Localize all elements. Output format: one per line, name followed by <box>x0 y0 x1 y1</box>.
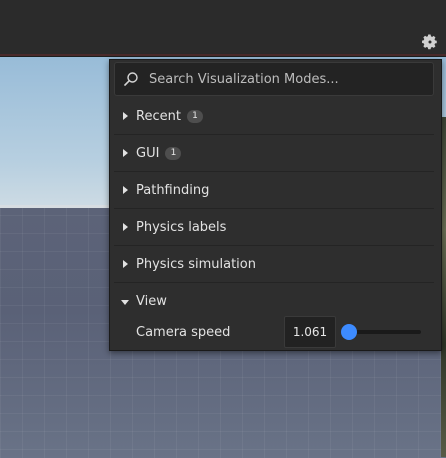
search-box[interactable] <box>114 62 434 96</box>
group-recent[interactable]: Recent 1 <box>114 98 434 135</box>
search-icon <box>124 72 138 86</box>
group-physics-labels[interactable]: Physics labels <box>114 209 434 246</box>
camera-speed-input[interactable]: 1.061 <box>284 316 336 348</box>
group-label: View <box>136 294 167 309</box>
caret-right-icon <box>114 98 136 134</box>
app-window: Recent 1 GUI 1 Pathfinding Phys <box>0 0 446 458</box>
visualization-options-button[interactable] <box>420 32 440 52</box>
group-pathfinding[interactable]: Pathfinding <box>114 172 434 209</box>
slider-thumb[interactable] <box>341 324 357 340</box>
camera-speed-label: Camera speed <box>136 324 231 340</box>
group-physics-simulation[interactable]: Physics simulation <box>114 246 434 283</box>
group-view[interactable]: View <box>114 283 434 320</box>
group-label: Physics labels <box>136 219 227 235</box>
caret-right-icon <box>114 209 136 245</box>
caret-down-icon <box>114 283 136 320</box>
group-label: Physics simulation <box>136 256 256 272</box>
visualization-groups: Recent 1 GUI 1 Pathfinding Physics label… <box>114 98 434 320</box>
caret-right-icon <box>114 246 136 282</box>
caret-right-icon <box>114 135 136 171</box>
camera-speed-setting: Camera speed 1.061 <box>114 316 434 348</box>
search-input[interactable] <box>139 63 433 95</box>
group-gui[interactable]: GUI 1 <box>114 135 434 172</box>
top-toolbar <box>0 0 446 56</box>
visualization-modes-panel: Recent 1 GUI 1 Pathfinding Phys <box>109 59 442 351</box>
count-badge: 1 <box>186 109 203 123</box>
camera-speed-slider[interactable] <box>341 324 421 340</box>
group-label: GUI <box>136 145 160 161</box>
group-label: Pathfinding <box>136 182 210 198</box>
gear-icon <box>422 34 437 50</box>
group-label: Recent <box>136 108 181 124</box>
caret-right-icon <box>114 172 136 208</box>
count-badge: 1 <box>165 146 182 160</box>
